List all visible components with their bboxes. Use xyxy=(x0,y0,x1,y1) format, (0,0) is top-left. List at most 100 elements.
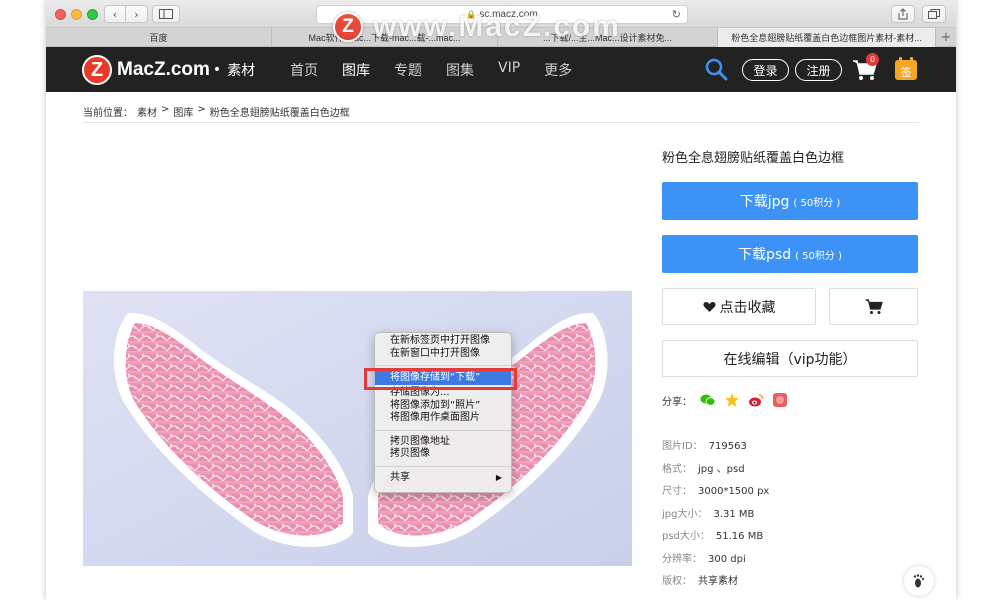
meta-value: jpg 、psd xyxy=(698,464,745,475)
share-row: 分享： xyxy=(662,392,788,408)
nav-more[interactable]: 更多 xyxy=(544,60,572,80)
menu-copy-image[interactable]: 拷贝图像 xyxy=(375,448,511,461)
meta-key: jpg大小： xyxy=(662,509,708,520)
watermark-text: www.MacZ.com xyxy=(373,10,621,43)
add-to-cart-button[interactable] xyxy=(829,288,918,325)
online-edit-button[interactable]: 在线编辑（vip功能） xyxy=(662,340,918,377)
download-psd-button[interactable]: 下载psd ( 50积分 ) xyxy=(662,235,918,273)
breadcrumb-current: 粉色全息翅膀贴纸覆盖白色边框 xyxy=(209,108,350,119)
submenu-arrow-icon: ▶ xyxy=(495,472,502,482)
new-tab-button[interactable]: + xyxy=(936,28,956,47)
search-icon[interactable] xyxy=(704,57,728,81)
main-nav: 首页 图库 专题 图集 VIP 更多 xyxy=(290,60,596,80)
back-button[interactable]: ‹ xyxy=(104,5,126,23)
wechat-icon[interactable] xyxy=(700,392,716,408)
douban-icon[interactable] xyxy=(772,392,788,408)
menu-copy-image-address[interactable]: 拷贝图像地址 xyxy=(375,436,511,449)
meta-value: 300 dpi xyxy=(708,554,746,565)
meta-jpg-size: jpg大小： 3.31 MB xyxy=(662,505,754,520)
show-tabs-button[interactable] xyxy=(922,5,946,23)
tab-title: 百度 xyxy=(149,33,168,43)
nav-gallery[interactable]: 图库 xyxy=(342,60,370,80)
meta-copyright: 版权： 共享素材 xyxy=(662,572,738,587)
logo-mark: Z xyxy=(82,55,112,85)
register-button[interactable]: 注册 xyxy=(795,59,842,81)
meta-value: 共享素材 xyxy=(698,576,738,587)
menu-use-image-as-desktop[interactable]: 将图像用作桌面图片 xyxy=(375,412,511,425)
menu-share[interactable]: 共享 ▶ xyxy=(375,472,511,485)
download-jpg-button[interactable]: 下载jpg ( 50积分 ) xyxy=(662,182,918,220)
zoom-window-button[interactable] xyxy=(87,9,98,20)
meta-key: 尺寸： xyxy=(662,486,692,497)
wing-sticker-image[interactable] xyxy=(83,291,632,566)
logo-text: MacZ.com xyxy=(117,59,210,80)
menu-share-label: 共享 xyxy=(390,471,410,483)
cart-icon xyxy=(865,298,883,314)
sidebar-icon xyxy=(159,9,173,19)
meta-psd-size: psd大小： 51.16 MB xyxy=(662,527,763,542)
meta-value: 3.31 MB xyxy=(713,509,755,520)
meta-value: 719563 xyxy=(708,441,747,452)
tab-baidu[interactable]: 百度 xyxy=(46,28,272,47)
highlight-annotation-box xyxy=(364,368,517,390)
menu-add-image-to-photos[interactable]: 将图像添加到“照片” xyxy=(375,400,511,413)
share-icon xyxy=(898,8,908,20)
menu-separator xyxy=(375,465,511,467)
tab-title: 粉色全息翅膀贴纸覆盖白色边框图片素材-素材... xyxy=(731,33,922,43)
calendar-checkin-icon[interactable]: 签 xyxy=(894,57,918,81)
menu-open-image-new-tab[interactable]: 在新标签页中打开图像 xyxy=(375,335,511,348)
meta-value: 3000*1500 px xyxy=(698,486,770,497)
minimize-window-button[interactable] xyxy=(71,9,82,20)
logo-dot: • xyxy=(212,62,222,78)
breadcrumb-gallery[interactable]: 图库 xyxy=(173,104,193,119)
favorite-button[interactable]: 点击收藏 xyxy=(662,288,816,325)
meta-resolution: 分辨率： 300 dpi xyxy=(662,550,746,565)
feedback-footprint-button[interactable] xyxy=(904,566,934,596)
heart-icon xyxy=(702,301,716,312)
breadcrumb-materials[interactable]: 素材 xyxy=(137,104,157,119)
footprint-icon xyxy=(913,574,925,588)
points-label: ( 50积分 ) xyxy=(795,250,842,262)
share-button[interactable] xyxy=(891,5,915,23)
site-logo[interactable]: Z MacZ.com • 素材 xyxy=(82,54,255,86)
tab-wing-sticker[interactable]: 粉色全息翅膀贴纸覆盖白色边框图片素材-素材... xyxy=(718,28,936,47)
qzone-star-icon[interactable] xyxy=(724,392,740,408)
nav-home[interactable]: 首页 xyxy=(290,60,318,80)
watermark-logo: Z xyxy=(333,12,363,42)
weibo-icon[interactable] xyxy=(748,392,764,408)
logo-subtitle: 素材 xyxy=(227,63,256,79)
meta-key: psd大小： xyxy=(662,531,710,542)
menu-separator xyxy=(375,429,511,431)
material-title: 粉色全息翅膀贴纸覆盖白色边框 xyxy=(662,151,845,166)
meta-key: 图片ID： xyxy=(662,441,703,452)
meta-format: 格式： jpg 、psd xyxy=(662,460,745,475)
meta-image-id: 图片ID： 719563 xyxy=(662,437,747,452)
menu-separator xyxy=(375,365,511,366)
chevron-left-icon: ‹ xyxy=(112,7,118,21)
close-window-button[interactable] xyxy=(55,9,66,20)
meta-key: 版权： xyxy=(662,576,692,587)
login-button[interactable]: 登录 xyxy=(742,59,789,81)
nav-collections[interactable]: 图集 xyxy=(446,60,474,80)
chevron-right-icon: › xyxy=(134,7,139,21)
breadcrumb-prefix: 当前位置： xyxy=(83,108,133,119)
meta-dimensions: 尺寸： 3000*1500 px xyxy=(662,482,769,497)
breadcrumb: 当前位置： 素材 > 图库 > 粉色全息翅膀贴纸覆盖白色边框 xyxy=(83,104,354,119)
macz-watermark: Z www.MacZ.com xyxy=(333,10,621,44)
meta-value: 51.16 MB xyxy=(715,531,764,542)
image-context-menu: 在新标签页中打开图像 在新窗口中打开图像 将图像存储到“下载” 存储图像为...… xyxy=(374,332,512,493)
breadcrumb-separator: > xyxy=(161,104,170,115)
points-label: ( 50积分 ) xyxy=(793,197,841,209)
site-header: Z MacZ.com • 素材 首页 图库 专题 图集 VIP 更多 登录 注册… xyxy=(46,47,956,92)
favorite-label: 点击收藏 xyxy=(719,299,776,316)
menu-open-image-new-window[interactable]: 在新窗口中打开图像 xyxy=(375,348,511,361)
sidebar-toggle-button[interactable] xyxy=(152,5,180,23)
browser-window: ‹ › 🔒 sc.macz.com ↻ 百度 Mac软件-mac...下载-ma… xyxy=(46,0,956,600)
nav-vip[interactable]: VIP xyxy=(498,60,520,80)
forward-button[interactable]: › xyxy=(126,5,148,23)
nav-topics[interactable]: 专题 xyxy=(394,60,422,80)
breadcrumb-divider xyxy=(83,122,919,123)
meta-key: 分辨率： xyxy=(662,554,702,565)
share-label: 分享： xyxy=(662,396,692,408)
reload-icon[interactable]: ↻ xyxy=(672,8,681,21)
